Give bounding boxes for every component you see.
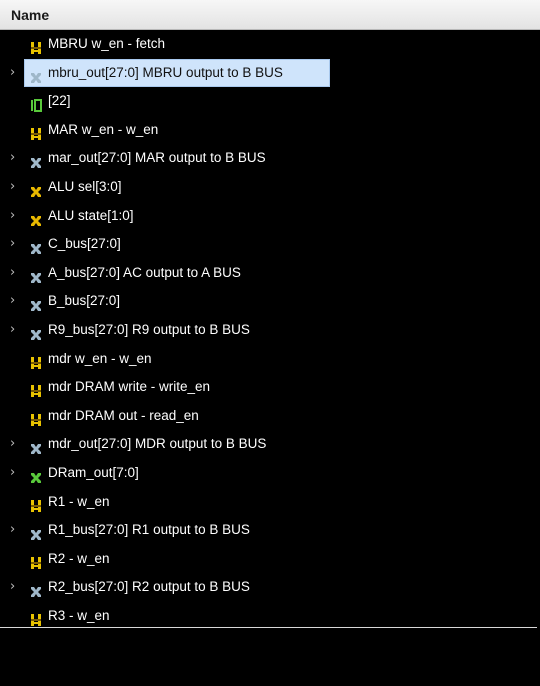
signal-label: B_bus[27:0]	[48, 293, 121, 309]
signal-label: mar_out[27:0] MAR output to B BUS	[48, 150, 266, 166]
signal-row[interactable]: › ALU state[1:0]	[0, 202, 537, 230]
bus-icon	[30, 180, 42, 197]
bus-icon	[30, 209, 42, 226]
signal-row[interactable]: mdr w_en - w_en	[0, 345, 537, 373]
signal-row[interactable]: › DRam_out[7:0]	[0, 459, 537, 487]
signal-label: MAR w_en - w_en	[48, 121, 159, 137]
chevron-right-icon[interactable]: ›	[10, 144, 20, 172]
wire-icon	[30, 37, 42, 54]
bus-icon	[30, 266, 42, 283]
signal-label: DRam_out[7:0]	[48, 465, 139, 480]
signal-label: mdr DRAM out - read_en	[48, 407, 199, 423]
signal-label: mdr_out[27:0] MDR output to B BUS	[48, 436, 267, 452]
signal-row[interactable]: R1 - w_en	[0, 488, 537, 516]
chevron-right-icon[interactable]: ›	[10, 430, 20, 458]
signal-label: R9_bus[27:0] R9 output to B BUS	[48, 322, 250, 337]
chevron-right-icon[interactable]: ›	[10, 316, 20, 344]
signal-label: mdr DRAM write - write_en	[48, 379, 211, 395]
bus-icon	[30, 466, 42, 483]
wire-icon	[30, 552, 42, 569]
signal-row[interactable]: › C_bus[27:0]	[0, 230, 537, 258]
signal-row[interactable]: mdr DRAM write - write_en	[0, 373, 537, 401]
signal-label: A_bus[27:0] AC output to A BUS	[48, 264, 241, 280]
signal-label: MBRU w_en - fetch	[48, 36, 166, 51]
signal-row[interactable]: R2 - w_en	[0, 545, 537, 573]
bus-icon	[30, 323, 42, 340]
signal-row[interactable]: › mbru_out[27:0] MBRU output to B BUS	[0, 58, 537, 87]
bus-icon	[30, 294, 42, 312]
signal-label: mbru_out[27:0] MBRU output to B BUS	[48, 64, 283, 80]
bus-icon	[30, 580, 42, 598]
signal-label: mdr w_en - w_en	[48, 350, 152, 366]
signal-label: R1 - w_en	[48, 493, 110, 509]
signal-row[interactable]: › B_bus[27:0]	[0, 287, 537, 315]
name-column-header[interactable]: Name	[0, 0, 540, 30]
wire-icon	[30, 123, 42, 140]
waveform-signal-panel: Name MBRU w_en - fetch › mbru_out[27:0] MB…	[0, 0, 540, 686]
signal-label: [22]	[48, 93, 71, 109]
signal-row[interactable]: › R9_bus[27:0] R9 output to B BUS	[0, 316, 537, 344]
chevron-right-icon[interactable]: ›	[10, 573, 20, 601]
signal-row[interactable]: MAR w_en - w_en	[0, 116, 537, 144]
wire-icon	[30, 609, 42, 626]
signal-row[interactable]: › R1_bus[27:0] R1 output to B BUS	[0, 516, 537, 544]
wire-icon	[30, 352, 42, 369]
signal-row[interactable]: › mar_out[27:0] MAR output to B BUS	[0, 144, 537, 172]
wire-icon	[30, 495, 42, 512]
signal-row[interactable]: › A_bus[27:0] AC output to A BUS	[0, 259, 537, 287]
wire-icon	[30, 380, 42, 398]
signal-row[interactable]: MBRU w_en - fetch	[0, 30, 537, 58]
tree-bottom-divider	[0, 627, 537, 628]
signal-label: ALU sel[3:0]	[48, 179, 122, 194]
signal-row[interactable]: mdr DRAM out - read_en	[0, 402, 537, 430]
name-column-label: Name	[11, 7, 50, 23]
bus-icon	[30, 66, 42, 83]
chevron-right-icon[interactable]: ›	[10, 459, 20, 487]
bus-icon	[30, 437, 42, 455]
signal-row[interactable]: › R2_bus[27:0] R2 output to B BUS	[0, 573, 537, 601]
signal-label: R2_bus[27:0] R2 output to B BUS	[48, 579, 250, 595]
bus-icon	[30, 523, 42, 541]
chevron-right-icon[interactable]: ›	[10, 59, 20, 87]
bus-icon	[30, 151, 42, 169]
signal-row[interactable]: › mdr_out[27:0] MDR output to B BUS	[0, 430, 537, 458]
chevron-right-icon[interactable]: ›	[10, 173, 20, 201]
signal-row[interactable]: R3 - w_en	[0, 602, 537, 630]
signal-label: C_bus[27:0]	[48, 236, 121, 252]
signal-tree[interactable]: MBRU w_en - fetch › mbru_out[27:0] MBRU ou…	[0, 30, 537, 627]
signal-row[interactable]: › ALU sel[3:0]	[0, 173, 537, 201]
signal-label: R1_bus[27:0] R1 output to B BUS	[48, 522, 250, 538]
signal-row[interactable]: [22]	[0, 87, 537, 115]
signal-label: R3 - w_en	[48, 608, 110, 623]
wire-icon	[30, 409, 42, 426]
bit-icon	[30, 94, 42, 113]
chevron-right-icon[interactable]: ›	[10, 230, 20, 258]
chevron-right-icon[interactable]: ›	[10, 259, 20, 287]
chevron-right-icon[interactable]: ›	[10, 516, 20, 544]
signal-label: ALU state[1:0]	[48, 207, 134, 223]
chevron-right-icon[interactable]: ›	[10, 287, 20, 315]
chevron-right-icon[interactable]: ›	[10, 202, 20, 230]
bus-icon	[30, 237, 42, 255]
signal-label: R2 - w_en	[48, 550, 110, 566]
